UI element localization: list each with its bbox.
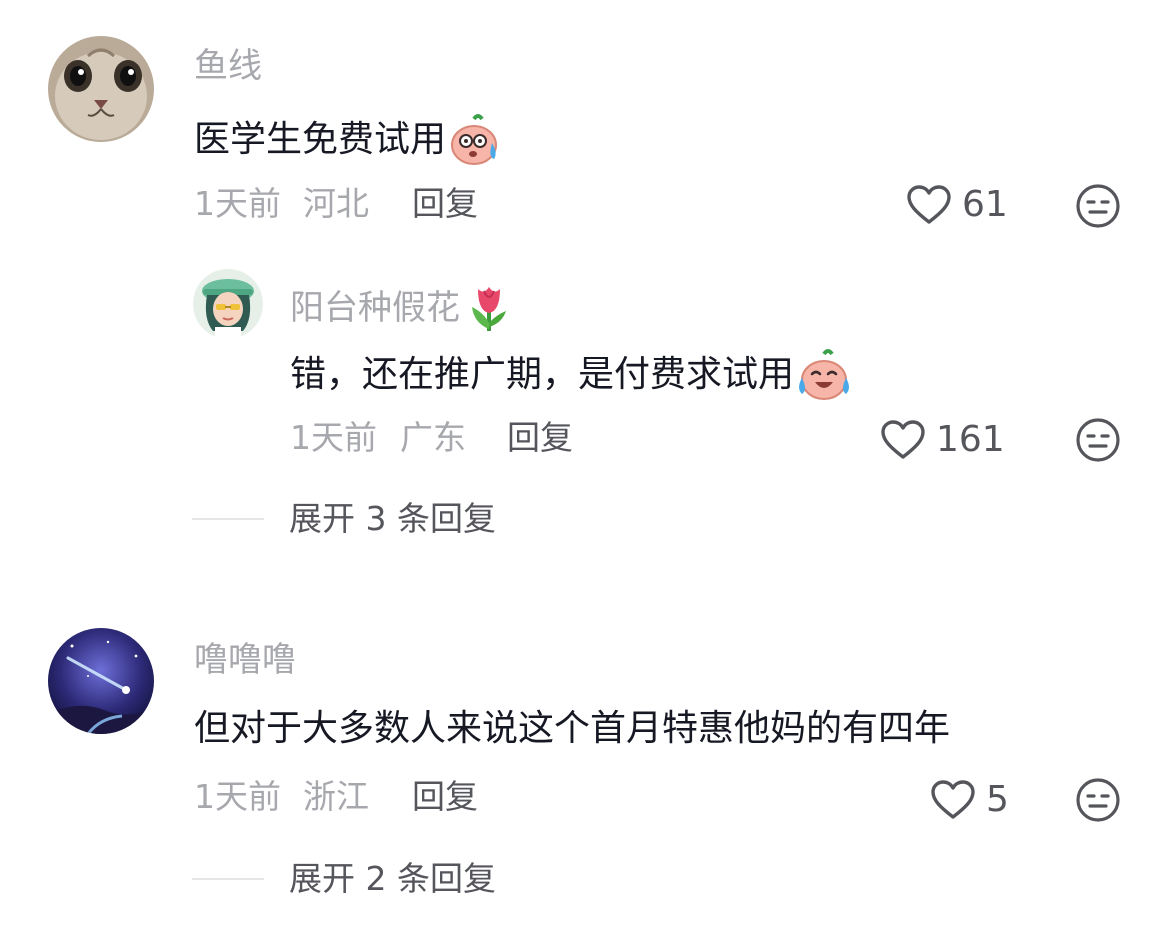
- expand-divider: [192, 878, 264, 880]
- expand-replies-button[interactable]: 展开 3 条回复: [289, 502, 496, 535]
- heart-outline-icon: [880, 419, 926, 461]
- heart-outline-icon: [930, 779, 976, 821]
- reaction-button[interactable]: [1075, 777, 1121, 823]
- like-count: 61: [962, 184, 1008, 225]
- comment-time: 1天前: [194, 777, 281, 816]
- reply-reply-button[interactable]: 回复: [507, 421, 573, 454]
- comment-username[interactable]: 噜噜噜: [194, 643, 296, 677]
- comment-text-body: 医学生免费试用: [194, 119, 447, 160]
- like-count: 5: [986, 779, 1009, 820]
- heart-outline-icon: [906, 184, 952, 226]
- sweat-emoji-icon: [448, 113, 502, 167]
- reply-time: 1天前: [290, 418, 377, 457]
- laugh-cry-emoji-icon: [796, 348, 852, 402]
- comment-time: 1天前: [194, 184, 281, 223]
- comment-location: 浙江: [303, 777, 369, 816]
- avatar[interactable]: [48, 628, 154, 734]
- reply-username[interactable]: 阳台种假花: [290, 283, 512, 333]
- like-button[interactable]: 61: [906, 184, 1008, 226]
- cat-avatar-image: [48, 36, 154, 142]
- reply-button[interactable]: 回复: [412, 187, 478, 220]
- reply-text-body: 错，还在推广期，是付费求试用: [290, 354, 795, 395]
- meh-face-icon: [1075, 417, 1121, 463]
- reply-reaction-button[interactable]: [1075, 417, 1121, 463]
- tulip-emoji-icon: [466, 283, 512, 333]
- night-sky-avatar-image: [48, 628, 154, 734]
- reply-username-text: 阳台种假花: [290, 288, 460, 328]
- meh-face-icon: [1075, 777, 1121, 823]
- reply-like-count: 161: [936, 419, 1005, 460]
- reaction-button[interactable]: [1075, 183, 1121, 229]
- comment-username[interactable]: 鱼线: [194, 49, 262, 83]
- expand-replies-button[interactable]: 展开 2 条回复: [289, 862, 496, 895]
- comment-location: 河北: [303, 184, 369, 223]
- reply-avatar[interactable]: [193, 269, 263, 339]
- reply-button[interactable]: 回复: [412, 780, 478, 813]
- expand-divider: [192, 518, 264, 520]
- reply-like-button[interactable]: 161: [880, 419, 1005, 461]
- meh-face-icon: [1075, 183, 1121, 229]
- avatar[interactable]: [48, 36, 154, 142]
- reply-location: 广东: [400, 418, 466, 457]
- like-button[interactable]: 5: [930, 779, 1009, 821]
- comment-text: 医学生免费试用: [194, 113, 502, 167]
- reply-text: 错，还在推广期，是付费求试用: [290, 348, 852, 402]
- girl-avatar-image: [193, 269, 263, 339]
- comment-text: 但对于大多数人来说这个首月特惠他妈的有四年: [194, 708, 951, 749]
